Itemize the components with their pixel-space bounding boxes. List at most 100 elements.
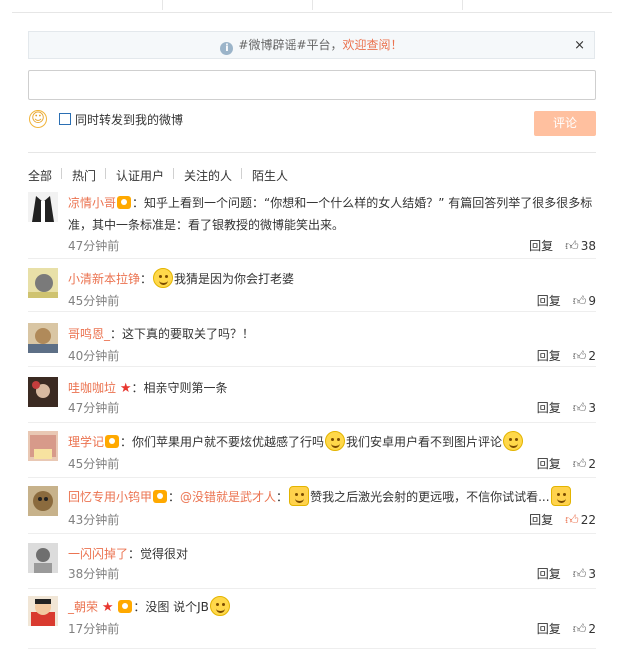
comment-item: 哥鸣恩_：这下真的要取关了吗？！ 40分钟前 回复 👍︎ 2	[28, 323, 596, 367]
comment-item: 凉情小哥 ：知乎上看到一个问题：“你想和一个什么样的女人结婚？” 有篇回答列举了很…	[28, 192, 596, 259]
comment-actions: 回复 👍︎ 9	[537, 292, 596, 309]
comment-item: _朝荣 ★ ：没图 说个JB 17分钟前 回复 👍︎ 2	[28, 596, 596, 642]
avatar[interactable]	[28, 543, 58, 573]
comment-time: 43分钟前	[68, 513, 120, 527]
comment-username[interactable]: 一闪闪掉了	[68, 547, 128, 561]
comment-body: ：这下真的要取关了吗？！	[110, 327, 255, 341]
comment-actions: 回复 👍︎ 22	[529, 511, 596, 528]
like-count: 38	[580, 239, 596, 253]
repost-label[interactable]: 同时转发到我的微博	[75, 111, 183, 128]
emoji-icon	[153, 268, 174, 288]
comment-time: 45分钟前	[68, 457, 120, 471]
like-icon[interactable]: 👍︎	[573, 401, 587, 416]
filter-hot[interactable]: 热门	[72, 167, 96, 184]
comment-time: 17分钟前	[68, 622, 120, 636]
comment-body: ：你们苹果用户就不要炫优越感了行吗	[120, 435, 325, 449]
like-count: 3	[588, 401, 596, 415]
comment-body: 我猜是因为你会打老婆	[174, 272, 295, 286]
comment-body-2: 我们安卓用户看不到图片评论	[346, 435, 503, 449]
avatar[interactable]	[28, 596, 58, 626]
comment-text: 小清新本拉铮： 我猜是因为你会打老婆	[68, 268, 598, 290]
reply-button[interactable]: 回复	[537, 567, 561, 581]
comment-body: ：没图 说个JB	[133, 600, 209, 614]
divider	[28, 258, 596, 259]
comment-text: 凉情小哥 ：知乎上看到一个问题：“你想和一个什么样的女人结婚？” 有篇回答列举了很…	[68, 192, 598, 236]
comment-actions: 回复 👍︎ 3	[537, 565, 596, 582]
emoji-picker-icon[interactable]: ☺	[29, 110, 47, 128]
filter-following[interactable]: 关注的人	[184, 167, 232, 184]
comment-username[interactable]: 凉情小哥	[68, 196, 116, 210]
mention-link[interactable]: @没错就是武才人	[180, 490, 276, 504]
colon: ：	[140, 272, 153, 286]
comment-username[interactable]: 哇咖咖垃	[68, 381, 116, 395]
filter-separator	[105, 168, 106, 179]
comment-actions: 回复 👍︎ 3	[537, 399, 596, 416]
divider	[28, 422, 596, 423]
vip-badge-icon	[105, 435, 120, 448]
comment-actions: 回复 👍︎ 38	[529, 237, 596, 254]
emoji-icon	[325, 431, 346, 451]
avatar[interactable]	[28, 323, 58, 353]
reply-button[interactable]: 回复	[529, 513, 553, 527]
avatar[interactable]	[28, 268, 58, 298]
like-count: 2	[588, 622, 596, 636]
divider	[28, 366, 596, 367]
like-icon[interactable]: 👍︎	[565, 239, 579, 254]
avatar[interactable]	[28, 377, 58, 407]
comment-text: 哇咖咖垃 ★：相亲守则第一条	[68, 377, 598, 400]
like-icon[interactable]: 👍︎	[573, 622, 587, 637]
comment-actions: 回复 👍︎ 2	[537, 620, 596, 637]
comment-username[interactable]: 理学记	[68, 435, 104, 449]
like-icon[interactable]: 👍︎	[565, 513, 579, 528]
comment-item: 小清新本拉铮： 我猜是因为你会打老婆 45分钟前 回复 👍︎ 9	[28, 268, 596, 312]
comment-text: 理学记 ：你们苹果用户就不要炫优越感了行吗 我们安卓用户看不到图片评论	[68, 431, 598, 453]
filter-verified[interactable]: 认证用户	[116, 167, 164, 184]
filter-separator	[173, 168, 174, 179]
reply-button[interactable]: 回复	[537, 622, 561, 636]
colon: ：	[168, 490, 181, 504]
reply-button[interactable]: 回复	[537, 457, 561, 471]
filter-separator	[61, 168, 62, 179]
avatar[interactable]	[28, 431, 58, 461]
comment-username[interactable]: _朝荣	[68, 600, 98, 614]
reply-button[interactable]: 回复	[529, 239, 553, 253]
comment-username[interactable]: 小清新本拉铮	[68, 272, 140, 286]
emoji-icon	[209, 596, 230, 616]
reply-button[interactable]: 回复	[537, 401, 561, 415]
comment-username[interactable]: 回忆专用小钨甲	[68, 490, 152, 504]
like-count: 9	[588, 294, 596, 308]
avatar[interactable]	[28, 192, 58, 222]
comment-time: 47分钟前	[68, 401, 120, 415]
submit-comment-button[interactable]: 评论	[534, 111, 596, 136]
comment-text: 哥鸣恩_：这下真的要取关了吗？！	[68, 323, 598, 345]
like-icon[interactable]: 👍︎	[573, 457, 587, 472]
like-icon[interactable]: 👍︎	[573, 567, 587, 582]
star-badge-icon: ★	[101, 600, 114, 615]
top-tab-bar	[12, 0, 612, 13]
divider	[28, 477, 596, 478]
comment-item: 回忆专用小钨甲 ：@没错就是武才人： 赞我之后激光会射的更远哦，不信你试试看... …	[28, 486, 596, 534]
reply-button[interactable]: 回复	[537, 294, 561, 308]
like-icon[interactable]: 👍︎	[573, 294, 587, 309]
comment-item: 一闪闪掉了：觉得很对 38分钟前 回复 👍︎ 3	[28, 543, 596, 589]
cat-emoji-icon	[289, 486, 310, 506]
comment-text: 回忆专用小钨甲 ：@没错就是武才人： 赞我之后激光会射的更远哦，不信你试试看...	[68, 486, 598, 508]
divider	[28, 533, 596, 534]
tab-divider	[312, 0, 313, 10]
filter-all[interactable]: 全部	[28, 167, 52, 184]
filter-strangers[interactable]: 陌生人	[252, 167, 288, 184]
vip-badge-icon	[118, 600, 133, 613]
comment-username[interactable]: 哥鸣恩_	[68, 327, 110, 341]
avatar[interactable]	[28, 486, 58, 516]
like-count: 22	[580, 513, 596, 527]
notice-text: #微博辟谣#平台，	[238, 38, 343, 52]
repost-checkbox[interactable]	[59, 113, 71, 125]
comment-input[interactable]	[28, 70, 596, 100]
notice-link[interactable]: 欢迎查阅！	[343, 38, 403, 52]
comment-filter-bar: 全部 热门 认证用户 关注的人 陌生人	[28, 152, 596, 185]
like-icon[interactable]: 👍︎	[573, 349, 587, 364]
divider	[28, 588, 596, 589]
comment-actions: 回复 👍︎ 2	[537, 455, 596, 472]
reply-button[interactable]: 回复	[537, 349, 561, 363]
close-icon[interactable]: ×	[574, 32, 585, 59]
